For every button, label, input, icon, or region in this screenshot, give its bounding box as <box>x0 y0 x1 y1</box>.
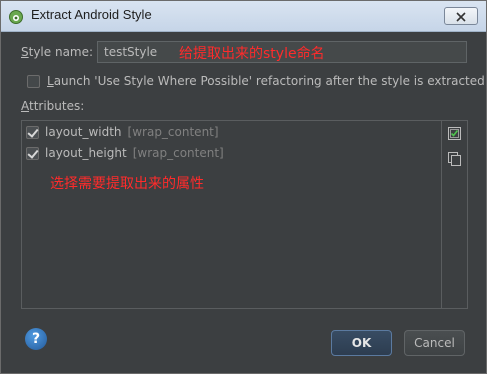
help-button[interactable]: ? <box>25 328 47 350</box>
close-icon <box>456 7 466 26</box>
android-studio-icon <box>9 9 23 24</box>
attributes-annotation: 选择需要提取出来的属性 <box>50 176 204 192</box>
launch-refactoring-label: Launch 'Use Style Where Possible' refact… <box>47 74 485 88</box>
attributes-list: layout_width [wrap_content] layout_heigh… <box>22 121 442 308</box>
attribute-name: layout_height <box>45 146 127 160</box>
ok-button[interactable]: OK <box>331 330 392 356</box>
style-name-value: testStyle <box>104 45 158 59</box>
attribute-row-layout-width[interactable]: layout_width [wrap_content] <box>26 123 219 141</box>
help-icon: ? <box>31 331 41 347</box>
cancel-button[interactable]: Cancel <box>404 330 465 356</box>
launch-refactoring-checkbox[interactable] <box>27 75 40 88</box>
title-bar: Extract Android Style <box>1 1 486 32</box>
window-title: Extract Android Style <box>31 7 152 22</box>
layout-height-checkbox[interactable] <box>26 146 39 160</box>
style-name-annotation: 给提取出来的style命名 <box>179 46 325 62</box>
copy-icon[interactable] <box>448 151 462 166</box>
close-button[interactable] <box>444 7 478 25</box>
layout-width-checkbox[interactable] <box>26 125 39 139</box>
extract-style-dialog: Extract Android Style Style name: testSt… <box>0 0 487 374</box>
attribute-row-layout-height[interactable]: layout_height [wrap_content] <box>26 144 224 162</box>
attribute-name: layout_width <box>45 125 122 139</box>
attributes-label: Attributes: <box>21 99 85 113</box>
select-all-icon[interactable] <box>448 126 462 140</box>
style-name-label: Style name: <box>21 45 94 59</box>
attribute-value: [wrap_content] <box>132 146 224 160</box>
attribute-value: [wrap_content] <box>127 125 219 139</box>
attributes-panel: layout_width [wrap_content] layout_heigh… <box>21 120 468 309</box>
